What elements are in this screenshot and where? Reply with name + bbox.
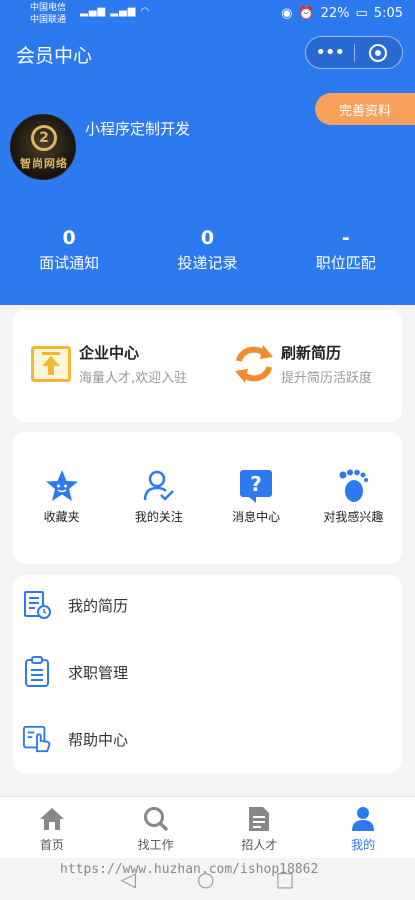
resume-icon xyxy=(23,589,51,621)
stat-value: 0 xyxy=(200,227,215,249)
tab-recruit[interactable]: 招人才 xyxy=(208,797,312,858)
home-icon xyxy=(0,805,104,833)
feature-title: 企业中心 xyxy=(79,344,140,362)
miniprogram-capsule: ••• xyxy=(305,36,403,69)
more-dots-icon[interactable]: ••• xyxy=(306,43,354,62)
user-check-icon xyxy=(111,468,207,504)
battery-icon: ▭ xyxy=(355,6,368,21)
feature-title: 刷新简历 xyxy=(281,344,342,362)
list-item-resume[interactable]: 我的简历 xyxy=(13,575,402,635)
feature-card: 企业中心 海量人才,欢迎入驻 刷新简历 提升简历活跃度 xyxy=(13,310,402,422)
status-bar: 中国电信 中国联通 ▂▄▆ ▂▄▆ ◠ ◉ ⏰ 22% ▭ 5:05 xyxy=(0,0,415,30)
tab-label: 我的 xyxy=(351,838,376,852)
stat-value: - xyxy=(341,227,350,249)
grid-item-favorites[interactable]: 收藏夹 xyxy=(14,468,110,525)
grid-label: 我的关注 xyxy=(134,510,183,524)
stat-label: 职位匹配 xyxy=(315,254,376,272)
avatar[interactable]: 2 智尚网络 xyxy=(10,114,76,180)
upload-icon xyxy=(31,343,73,385)
signal-icon: ▂▄▆ ▂▄▆ ◠ xyxy=(80,6,151,17)
alarm-icon: ⏰ xyxy=(298,6,315,21)
tab-mine[interactable]: 我的 xyxy=(311,797,415,858)
battery-text: 22% xyxy=(320,6,350,21)
list-label: 帮助中心 xyxy=(68,730,129,749)
question-icon: ? xyxy=(208,468,304,504)
stats-row: 0 面试通知 0 投递记录 - 职位匹配 xyxy=(0,227,415,273)
carrier-1: 中国电信 xyxy=(30,3,67,13)
profile-header: 会员中心 ••• 完善资料 2 智尚网络 小程序定制开发 0 面试通知 0 投递… xyxy=(0,30,415,305)
shortcut-grid: 收藏夹 我的关注 ? 消息中心 对我感兴趣 xyxy=(13,432,402,564)
clock: 5:05 xyxy=(373,6,403,21)
refresh-icon xyxy=(233,343,275,385)
menu-list: 我的简历 求职管理 帮助中心 xyxy=(13,575,402,773)
stat-value: 0 xyxy=(62,227,76,249)
refresh-resume-button[interactable]: 刷新简历 提升简历活跃度 xyxy=(233,342,372,386)
star-icon xyxy=(14,468,110,504)
person-icon xyxy=(311,805,415,833)
grid-item-interested[interactable]: 对我感兴趣 xyxy=(305,468,401,525)
help-hand-icon xyxy=(23,723,51,755)
carrier-2: 中国联通 xyxy=(30,15,67,25)
grid-label: 对我感兴趣 xyxy=(323,510,384,524)
tab-label: 招人才 xyxy=(241,838,278,852)
document-icon xyxy=(208,805,312,833)
stat-interview[interactable]: 0 面试通知 xyxy=(0,227,138,273)
grid-item-messages[interactable]: ? 消息中心 xyxy=(208,468,304,525)
clipboard-icon xyxy=(23,656,51,688)
username: 小程序定制开发 xyxy=(85,120,191,138)
search-icon xyxy=(104,805,208,833)
stat-match[interactable]: - 职位匹配 xyxy=(277,227,415,273)
grid-label: 收藏夹 xyxy=(43,510,80,524)
tab-bar: 首页 找工作 招人才 我的 xyxy=(0,796,415,858)
logo-icon: 2 xyxy=(31,125,57,151)
enterprise-center-button[interactable]: 企业中心 海量人才,欢迎入驻 xyxy=(31,342,187,386)
tab-label: 找工作 xyxy=(137,838,174,852)
footprint-icon xyxy=(305,468,401,504)
grid-item-following[interactable]: 我的关注 xyxy=(111,468,207,525)
tab-label: 首页 xyxy=(39,838,64,852)
feature-subtitle: 海量人才,欢迎入驻 xyxy=(79,371,188,386)
target-close-icon[interactable] xyxy=(354,43,402,62)
svg-text:?: ? xyxy=(250,472,262,496)
list-label: 我的简历 xyxy=(68,596,129,615)
grid-label: 消息中心 xyxy=(232,510,281,524)
complete-profile-button[interactable]: 完善资料 xyxy=(315,93,415,125)
stat-label: 投递记录 xyxy=(177,254,238,272)
list-item-job-manage[interactable]: 求职管理 xyxy=(13,642,402,702)
eye-icon: ◉ xyxy=(281,6,293,21)
tab-home[interactable]: 首页 xyxy=(0,797,104,858)
list-label: 求职管理 xyxy=(68,663,129,682)
page-title: 会员中心 xyxy=(16,45,93,67)
list-item-help[interactable]: 帮助中心 xyxy=(13,709,402,769)
stat-label: 面试通知 xyxy=(39,254,100,272)
stat-applications[interactable]: 0 投递记录 xyxy=(138,227,276,273)
tab-find-job[interactable]: 找工作 xyxy=(104,797,208,858)
watermark: https://www.huzhan.com/ishop18862 xyxy=(60,862,319,877)
feature-subtitle: 提升简历活跃度 xyxy=(281,371,373,386)
avatar-logo-text: 智尚网络 xyxy=(20,157,68,170)
